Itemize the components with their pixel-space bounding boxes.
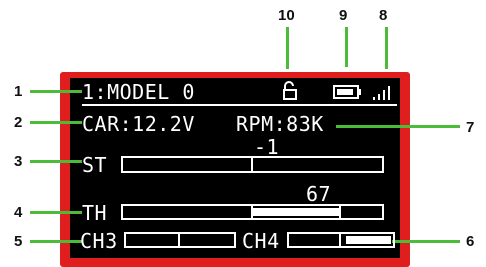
steering-bar	[121, 156, 384, 173]
ch4-center-tick	[339, 234, 341, 246]
callout-1: 1	[14, 83, 23, 100]
throttle-value: 67	[306, 182, 332, 206]
leader-line-5	[30, 240, 82, 243]
callout-9: 9	[339, 7, 348, 24]
leader-line-7	[336, 125, 460, 128]
throttle-label: TH	[82, 201, 108, 225]
leader-line-6	[392, 240, 460, 243]
leader-line-4	[30, 211, 82, 214]
ch3-label: CH3	[80, 229, 118, 253]
annotated-display-diagram: 10 9 8 1 2 3 4 5 7 6 1:MODEL 0 CAR:12.2V…	[0, 0, 486, 267]
car-voltage: CAR:12.2V	[82, 112, 195, 136]
leader-line-10	[286, 27, 289, 69]
lock-open-icon	[283, 81, 297, 100]
ch3-center-tick	[178, 234, 180, 246]
callout-5: 5	[14, 233, 23, 250]
leader-line-2	[30, 121, 82, 124]
leader-line-8	[385, 27, 388, 69]
throttle-limit-tick	[339, 206, 341, 218]
callout-4: 4	[14, 204, 23, 221]
signal-icon	[373, 86, 390, 100]
leader-line-3	[30, 160, 82, 163]
model-name: 1:MODEL 0	[82, 80, 195, 104]
motor-rpm: RPM:83K	[236, 112, 324, 136]
ch3-bar	[124, 232, 236, 248]
callout-3: 3	[14, 153, 23, 170]
callout-6: 6	[466, 233, 475, 250]
ch4-label: CH4	[242, 229, 280, 253]
leader-line-1	[30, 90, 82, 93]
leader-line-9	[345, 27, 348, 67]
callout-7: 7	[466, 119, 475, 136]
callout-8: 8	[379, 7, 388, 24]
ch4-fill	[346, 236, 391, 244]
battery-icon	[333, 85, 361, 99]
callout-2: 2	[14, 114, 23, 131]
ch4-bar	[287, 232, 395, 248]
steering-center-tick	[251, 158, 253, 171]
throttle-fill	[252, 208, 340, 216]
steering-label: ST	[82, 153, 108, 177]
steering-value: -1	[254, 135, 280, 159]
header-divider	[82, 104, 397, 106]
throttle-bar	[121, 204, 384, 220]
callout-10: 10	[278, 7, 295, 24]
